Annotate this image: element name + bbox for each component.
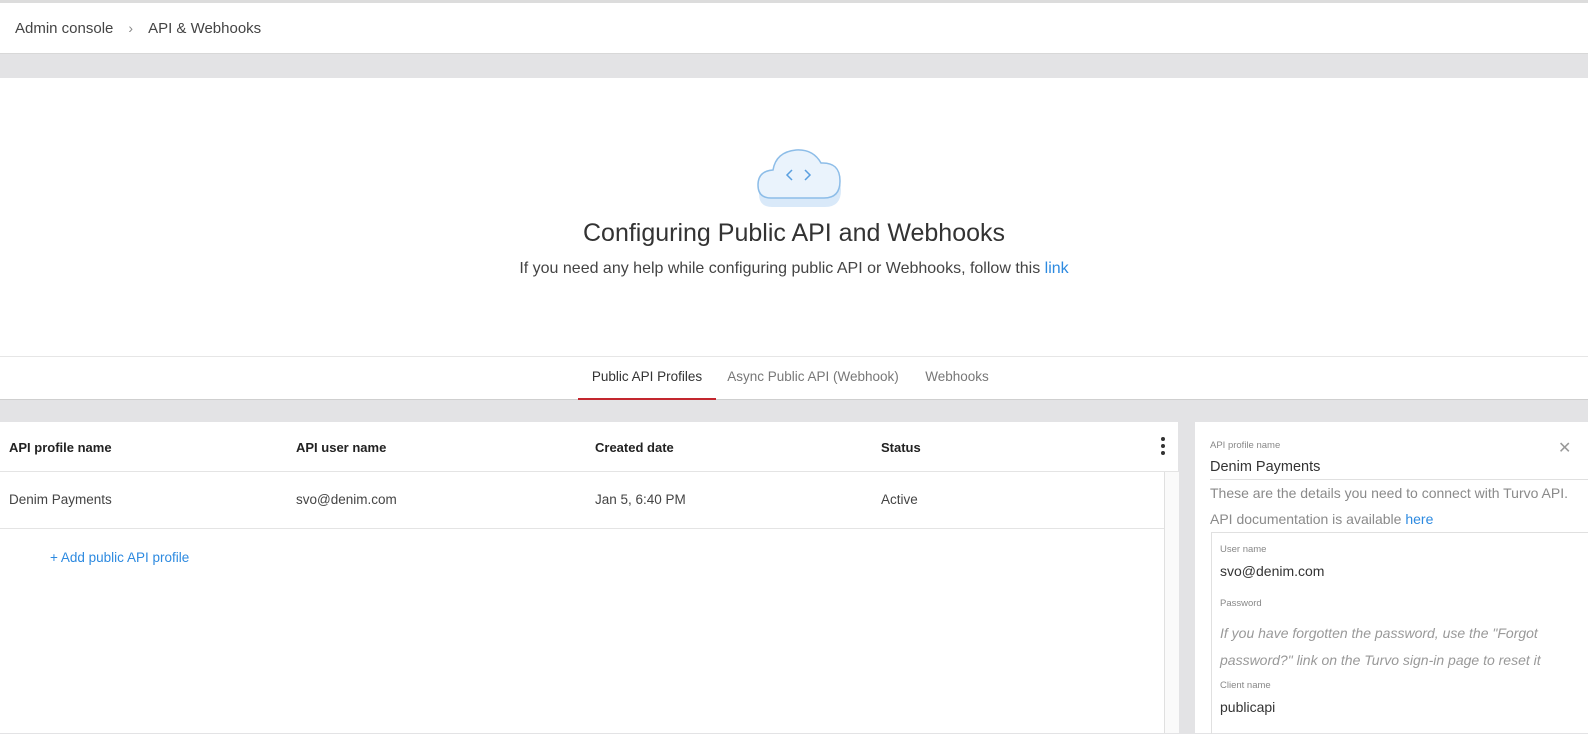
- breadcrumb: Admin console › API & Webhooks: [0, 3, 1588, 54]
- cell-profile-name: Denim Payments: [9, 492, 112, 507]
- breadcrumb-admin-console[interactable]: Admin console: [15, 20, 113, 37]
- profile-name-value: Denim Payments: [1210, 459, 1321, 475]
- help-text-body: If you need any help while configuring p…: [519, 260, 1041, 277]
- more-vertical-icon[interactable]: [1159, 437, 1167, 457]
- page-title: Configuring Public API and Webhooks: [582, 219, 1006, 247]
- column-header-user-name[interactable]: API user name: [296, 440, 386, 455]
- breadcrumb-separator-icon: ›: [128, 20, 134, 36]
- tab-async-public-api[interactable]: Async Public API (Webhook): [726, 357, 900, 399]
- password-hint: If you have forgotten the password, use …: [1220, 625, 1541, 668]
- cell-created-date: Jan 5, 6:40 PM: [595, 492, 686, 507]
- breadcrumb-current: API & Webhooks: [148, 19, 262, 37]
- user-name-value: svo@denim.com: [1220, 563, 1325, 579]
- column-header-created-date[interactable]: Created date: [595, 440, 674, 455]
- close-icon[interactable]: ✕: [1558, 438, 1571, 458]
- tab-webhooks[interactable]: Webhooks: [918, 357, 996, 399]
- documentation-link[interactable]: here: [1405, 511, 1433, 527]
- client-name-value: publicapi: [1220, 699, 1276, 715]
- table-scrollbar[interactable]: [1164, 472, 1179, 733]
- cloud-code-icon: [757, 149, 841, 207]
- table-header: API profile name API user name Created d…: [0, 422, 1178, 472]
- column-header-profile-name[interactable]: API profile name: [9, 440, 112, 455]
- tab-bar: Public API Profiles Async Public API (We…: [0, 356, 1588, 400]
- table-row[interactable]: Denim Payments svo@denim.com Jan 5, 6:40…: [0, 472, 1164, 529]
- password-label: Password: [1220, 598, 1262, 609]
- user-name-label: User name: [1220, 544, 1267, 555]
- cell-user-name: svo@denim.com: [296, 492, 397, 507]
- documentation-info: API documentation is available here: [1210, 511, 1433, 527]
- help-text: If you need any help while configuring p…: [0, 260, 1588, 278]
- divider: [1210, 479, 1588, 480]
- profile-details-panel: API profile name Denim Payments ✕ These …: [1195, 422, 1588, 734]
- profile-name-label: API profile name: [1210, 440, 1281, 451]
- add-public-api-profile-button[interactable]: + Add public API profile: [50, 550, 189, 565]
- client-name-label: Client name: [1220, 680, 1271, 691]
- connect-info-text: These are the details you need to connec…: [1210, 485, 1568, 501]
- cell-status: Active: [881, 492, 918, 507]
- credentials-box: User name svo@denim.com Password If you …: [1211, 532, 1588, 734]
- tab-public-api-profiles[interactable]: Public API Profiles: [578, 357, 716, 400]
- api-profiles-table: API profile name API user name Created d…: [0, 422, 1179, 733]
- documentation-info-text: API documentation is available: [1210, 511, 1402, 527]
- hero-section: Configuring Public API and Webhooks If y…: [0, 78, 1588, 356]
- column-header-status[interactable]: Status: [881, 440, 921, 455]
- help-link[interactable]: link: [1045, 260, 1069, 277]
